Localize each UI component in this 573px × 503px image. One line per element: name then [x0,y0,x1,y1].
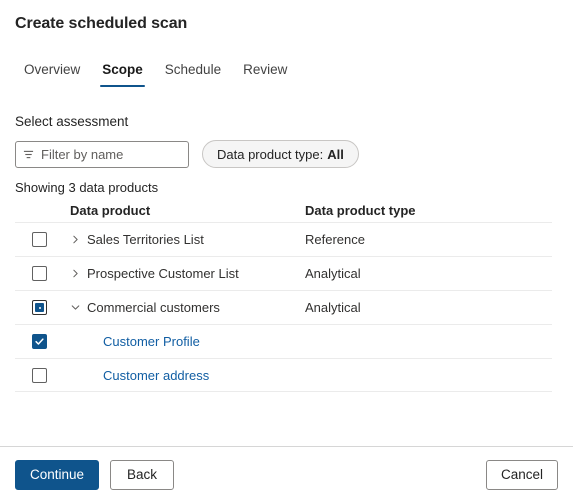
row-type: Analytical [305,300,361,315]
row-name-cell: Sales Territories List [70,231,305,248]
header-data-product-type: Data product type [305,203,416,218]
table-row[interactable]: Customer address [15,358,552,392]
tab-scope[interactable]: Scope [91,61,154,87]
filter-row: Data product type: All [15,140,359,168]
row-checkbox-cell [15,266,70,281]
row-name[interactable]: Sales Territories List [87,231,204,248]
table-header-row: Data product Data product type [15,201,552,222]
row-name-cell: Commercial customers [70,299,305,316]
table-row[interactable]: Customer Profile [15,324,552,358]
row-type: Reference [305,232,365,247]
search-input[interactable] [41,145,181,163]
row-checkbox-cell [15,300,70,315]
chevron-right-icon[interactable] [70,268,81,279]
chevron-right-icon[interactable] [70,234,81,245]
tab-schedule[interactable]: Schedule [154,61,232,87]
row-checkbox-cell [15,232,70,247]
row-checkbox[interactable] [32,300,47,315]
showing-count: Showing 3 data products [15,180,159,195]
page-title: Create scheduled scan [15,15,188,32]
row-checkbox[interactable] [32,367,47,383]
row-checkbox[interactable] [32,334,47,349]
row-type: Analytical [305,266,361,281]
table-row[interactable]: Commercial customers Analytical [15,290,552,324]
row-name[interactable]: Commercial customers [87,299,220,316]
pill-value: All [327,146,344,162]
row-name-cell: Customer address [70,367,305,384]
filter-input-wrapper[interactable] [15,140,189,168]
data-product-type-filter-pill[interactable]: Data product type: All [202,140,359,168]
wizard-tabs: Overview Scope Schedule Review [15,61,298,87]
table-body: Sales Territories List Reference Prospecti… [15,222,552,392]
cancel-button[interactable]: Cancel [485,460,558,490]
row-name-cell: Prospective Customer List [70,265,305,282]
row-checkbox-cell [15,334,70,349]
row-name-cell: Customer Profile [70,333,305,350]
tab-overview[interactable]: Overview [15,61,91,87]
filter-icon [23,149,34,160]
row-checkbox-cell [15,367,70,383]
row-checkbox[interactable] [32,266,47,281]
pill-label: Data product type: [217,146,324,162]
continue-button[interactable]: Continue [15,460,100,490]
row-name[interactable]: Prospective Customer List [87,265,239,282]
row-name[interactable]: Customer address [103,367,209,384]
row-checkbox[interactable] [32,232,47,247]
back-button[interactable]: Back [110,460,175,490]
table-row[interactable]: Sales Territories List Reference [15,222,552,256]
header-data-product: Data product [70,203,151,218]
row-name[interactable]: Customer Profile [103,333,200,350]
data-product-table: Data product Data product type Sales Ter… [15,201,552,392]
chevron-down-icon[interactable] [70,302,81,313]
checkbox-indeterminate-mark [35,303,44,312]
tab-review[interactable]: Review [232,61,298,87]
table-row[interactable]: Prospective Customer List Analytical [15,256,552,290]
footer-actions: Continue Back Cancel [0,447,573,503]
select-assessment-label: Select assessment [15,114,129,129]
